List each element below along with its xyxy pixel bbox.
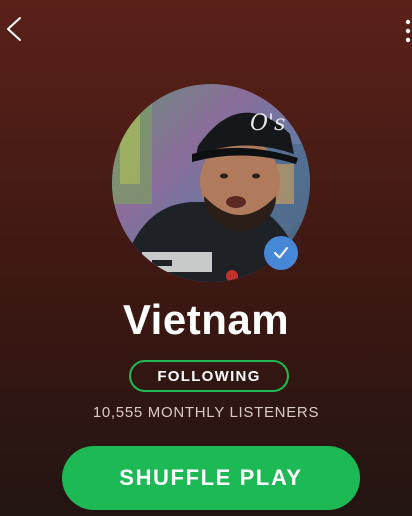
verified-checkmark-icon (274, 247, 288, 259)
more-options-button[interactable] (402, 16, 412, 46)
chevron-left-icon (7, 17, 21, 41)
back-button[interactable] (2, 14, 28, 44)
artist-avatar-container: O's (112, 84, 310, 282)
svg-text:O's: O's (250, 111, 285, 136)
verified-badge (264, 236, 298, 270)
monthly-listeners: 10,555 MONTHLY LISTENERS (92, 404, 320, 421)
follow-button[interactable]: FOLLOWING (129, 360, 289, 392)
follow-button-label: FOLLOWING (157, 367, 261, 385)
artist-name: Vietnam (122, 296, 290, 343)
shuffle-play-button[interactable]: SHUFFLE PLAY (62, 446, 360, 510)
more-vertical-icon (405, 19, 411, 43)
shuffle-play-label: SHUFFLE PLAY (119, 465, 303, 490)
